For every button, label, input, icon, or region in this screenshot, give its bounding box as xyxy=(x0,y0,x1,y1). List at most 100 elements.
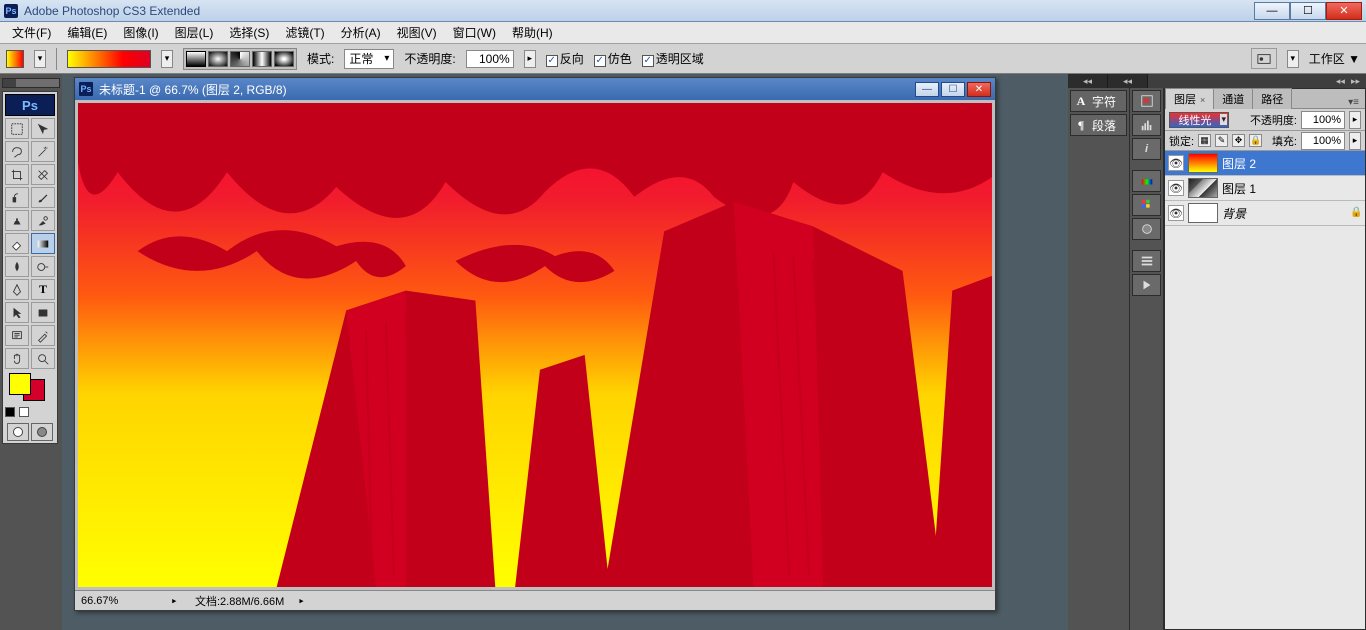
blur-tool-icon[interactable] xyxy=(5,256,29,277)
layer-row-2[interactable]: 👁 图层 2 xyxy=(1165,151,1365,176)
path-select-tool-icon[interactable] xyxy=(5,302,29,323)
menu-help[interactable]: 帮助(H) xyxy=(504,24,561,41)
navigator-panel-icon[interactable] xyxy=(1132,90,1161,112)
fill-input[interactable]: 100% xyxy=(1301,132,1345,150)
swatches-panel-icon[interactable] xyxy=(1132,194,1161,216)
histogram-panel-icon[interactable] xyxy=(1132,114,1161,136)
dock-collapse-right-icon[interactable]: ◂◂ xyxy=(1336,76,1345,87)
opacity-input[interactable]: 100% xyxy=(466,50,514,68)
visibility-toggle-icon[interactable]: 👁 xyxy=(1168,180,1184,196)
gradient-preview[interactable] xyxy=(67,50,151,68)
fill-dropdown[interactable]: ▸ xyxy=(1349,132,1361,150)
gradient-tool-icon[interactable] xyxy=(31,233,55,254)
tab-layers[interactable]: 图层× xyxy=(1165,88,1214,109)
menu-layer[interactable]: 图层(L) xyxy=(167,24,222,41)
menu-window[interactable]: 窗口(W) xyxy=(445,24,504,41)
rectangle-tool-icon[interactable] xyxy=(31,302,55,323)
layer-name[interactable]: 图层 1 xyxy=(1222,180,1256,197)
notes-tool-icon[interactable] xyxy=(5,325,29,346)
character-panel-button[interactable]: A字符 xyxy=(1070,90,1127,112)
dodge-tool-icon[interactable] xyxy=(31,256,55,277)
tab-channels[interactable]: 通道 xyxy=(1213,88,1253,109)
eraser-tool-icon[interactable] xyxy=(5,233,29,254)
opacity-dropdown[interactable]: ▸ xyxy=(524,50,536,68)
lock-position-icon[interactable]: ✥ xyxy=(1232,134,1245,147)
slice-tool-icon[interactable] xyxy=(31,164,55,185)
healing-brush-tool-icon[interactable] xyxy=(5,187,29,208)
gradient-dropdown[interactable]: ▾ xyxy=(161,50,173,68)
lock-all-icon[interactable]: 🔒 xyxy=(1249,134,1262,147)
history-brush-tool-icon[interactable] xyxy=(31,210,55,231)
layer-thumbnail[interactable] xyxy=(1188,178,1218,198)
hand-tool-icon[interactable] xyxy=(5,348,29,369)
docinfo-arrow-icon[interactable]: ▸ xyxy=(298,594,308,607)
linear-gradient-icon[interactable] xyxy=(186,51,206,67)
tool-preset-dropdown[interactable]: ▾ xyxy=(34,50,46,68)
lasso-tool-icon[interactable] xyxy=(5,141,29,162)
toolbox-tabhead[interactable] xyxy=(2,78,60,88)
doc-minimize-button[interactable]: — xyxy=(915,82,939,97)
menu-file[interactable]: 文件(F) xyxy=(4,24,59,41)
menu-view[interactable]: 视图(V) xyxy=(389,24,445,41)
close-button[interactable]: ✕ xyxy=(1326,2,1362,20)
zoom-tool-icon[interactable] xyxy=(31,348,55,369)
layer-row-1[interactable]: 👁 图层 1 xyxy=(1165,176,1365,201)
tab-paths[interactable]: 路径 xyxy=(1252,88,1292,109)
panel-menu-icon[interactable]: ▾≡ xyxy=(1342,97,1365,108)
blend-mode-select[interactable]: 线性光 xyxy=(1169,112,1229,128)
pen-tool-icon[interactable] xyxy=(5,279,29,300)
dock-collapse-left-icon[interactable]: ◂◂ xyxy=(1068,74,1108,88)
menu-image[interactable]: 图像(I) xyxy=(115,24,166,41)
magic-wand-tool-icon[interactable] xyxy=(31,141,55,162)
layer-thumbnail[interactable] xyxy=(1188,203,1218,223)
menu-filter[interactable]: 滤镜(T) xyxy=(277,24,332,41)
go-to-bridge-icon[interactable] xyxy=(1251,48,1277,69)
document-titlebar[interactable]: Ps 未标题-1 @ 66.7% (图层 2, RGB/8) — ☐ ✕ xyxy=(75,78,995,100)
layer-thumbnail[interactable] xyxy=(1188,153,1218,173)
angle-gradient-icon[interactable] xyxy=(230,51,250,67)
canvas-area[interactable] xyxy=(75,100,995,590)
color-panel-icon[interactable] xyxy=(1132,170,1161,192)
menu-edit[interactable]: 编辑(E) xyxy=(59,24,115,41)
foreground-swatch[interactable] xyxy=(9,373,31,395)
eyedropper-tool-icon[interactable] xyxy=(31,325,55,346)
tab-close-icon[interactable]: × xyxy=(1200,95,1205,105)
workspace-label[interactable]: 工作区 ▼ xyxy=(1309,50,1360,67)
doc-close-button[interactable]: ✕ xyxy=(967,82,991,97)
dither-checkbox[interactable]: 仿色 xyxy=(594,50,632,67)
bridge-dropdown[interactable]: ▾ xyxy=(1287,50,1299,68)
actions-panel-icon[interactable] xyxy=(1132,274,1161,296)
menu-analysis[interactable]: 分析(A) xyxy=(333,24,389,41)
radial-gradient-icon[interactable] xyxy=(208,51,228,67)
type-tool-icon[interactable]: T xyxy=(31,279,55,300)
layer-row-bg[interactable]: 👁 背景 🔒 xyxy=(1165,201,1365,226)
diamond-gradient-icon[interactable] xyxy=(274,51,294,67)
mode-select[interactable]: 正常 xyxy=(344,49,394,69)
lock-pixels-icon[interactable]: ✎ xyxy=(1215,134,1228,147)
paragraph-panel-button[interactable]: ¶段落 xyxy=(1070,114,1127,136)
zoom-arrow-icon[interactable]: ▸ xyxy=(171,594,181,607)
info-panel-icon[interactable]: i xyxy=(1132,138,1161,160)
layer-name[interactable]: 图层 2 xyxy=(1222,155,1256,172)
lock-transparent-icon[interactable]: ▦ xyxy=(1198,134,1211,147)
minimize-button[interactable]: — xyxy=(1254,2,1290,20)
menu-select[interactable]: 选择(S) xyxy=(221,24,277,41)
move-tool-icon[interactable] xyxy=(31,118,55,139)
layer-opacity-input[interactable]: 100% xyxy=(1301,111,1345,129)
layer-name[interactable]: 背景 xyxy=(1222,205,1246,222)
transparency-checkbox[interactable]: 透明区域 xyxy=(642,50,704,67)
history-panel-icon[interactable] xyxy=(1132,250,1161,272)
crop-tool-icon[interactable] xyxy=(5,164,29,185)
dock-collapse-mid-icon[interactable]: ◂◂ xyxy=(1108,74,1148,88)
doc-maximize-button[interactable]: ☐ xyxy=(941,82,965,97)
maximize-button[interactable]: ☐ xyxy=(1290,2,1326,20)
standard-mode-icon[interactable] xyxy=(7,423,29,441)
rect-marquee-tool-icon[interactable] xyxy=(5,118,29,139)
reflected-gradient-icon[interactable] xyxy=(252,51,272,67)
brush-tool-icon[interactable] xyxy=(31,187,55,208)
zoom-field[interactable]: 66.67% xyxy=(81,595,157,607)
default-colors[interactable] xyxy=(5,407,55,417)
reverse-checkbox[interactable]: 反向 xyxy=(546,50,584,67)
tool-preset-icon[interactable] xyxy=(6,50,24,68)
clone-stamp-tool-icon[interactable] xyxy=(5,210,29,231)
